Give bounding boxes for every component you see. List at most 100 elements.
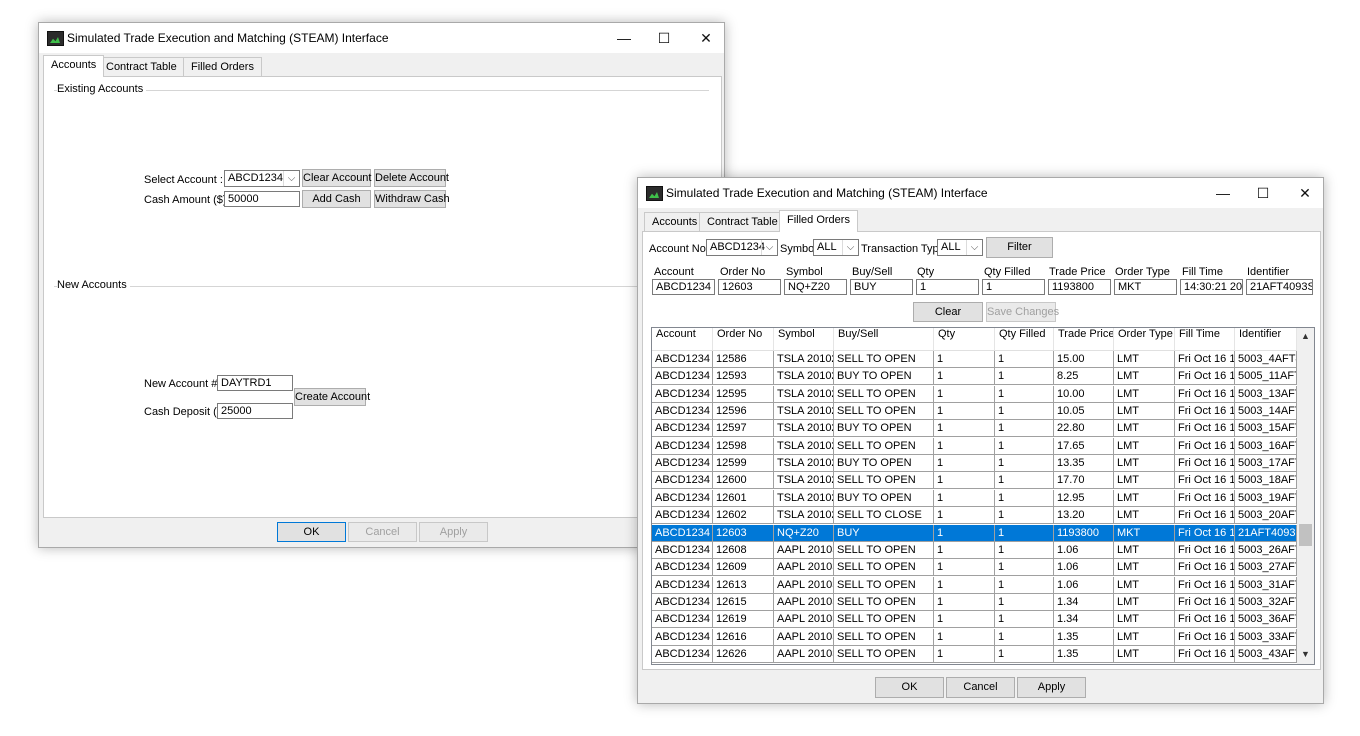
filled-orders-grid[interactable]: Account Order No Symbol Buy/Sell Qty Qty…	[651, 327, 1315, 665]
delete-account-button[interactable]: Delete Account	[374, 169, 449, 187]
cell-trade-price[interactable]: 15.00	[1054, 351, 1114, 367]
table-row[interactable]: ABCD123412608AAPL 201030SELL TO OPEN111.…	[652, 541, 1297, 559]
cell-qty[interactable]: 1	[934, 385, 995, 402]
cell-order-no[interactable]: 12601	[713, 489, 774, 506]
close-icon[interactable]: ✕	[1283, 180, 1327, 206]
transaction-type-dropdown[interactable]: ALL ⌵	[937, 239, 983, 256]
cell-symbol[interactable]: AAPL 201030	[774, 628, 834, 645]
cell-qty-filled[interactable]: 1	[995, 559, 1054, 576]
table-row[interactable]: ABCD123412619AAPL 201030SELL TO OPEN111.…	[652, 611, 1297, 629]
detail-order-type-input[interactable]: MKT	[1114, 279, 1177, 295]
cell-fill-time[interactable]: Fri Oct 16 13:	[1175, 489, 1235, 506]
cell-account[interactable]: ABCD1234	[652, 524, 713, 541]
cell-order-no[interactable]: 12600	[713, 472, 774, 489]
table-row[interactable]: ABCD123412615AAPL 201030SELL TO OPEN111.…	[652, 593, 1297, 611]
table-row[interactable]: ABCD1234 12603 NQ+Z20 BUY 1 1 1193800 MKT Fri Oc…	[652, 524, 1297, 542]
cell-account[interactable]: ABCD1234	[652, 645, 713, 662]
cell-trade-price[interactable]: 1.06	[1054, 559, 1114, 576]
cell-order-type[interactable]: LMT	[1114, 472, 1175, 489]
cell-buy-sell[interactable]: SELL TO OPEN	[834, 645, 934, 662]
cell-identifier[interactable]: 5003_16AFT0	[1235, 437, 1297, 454]
detail-qty-filled-input[interactable]: 1	[982, 279, 1045, 295]
create-account-button[interactable]: Create Account	[294, 388, 370, 406]
cell-order-no[interactable]: 12619	[713, 611, 774, 628]
cell-order-type[interactable]: LMT	[1114, 351, 1175, 367]
close-icon[interactable]: ✕	[684, 25, 728, 51]
cell-qty[interactable]: 1	[934, 628, 995, 645]
cell-fill-time[interactable]: Fri Oct 16 15:	[1175, 611, 1235, 628]
cell-qty[interactable]: 1	[934, 541, 995, 558]
cell-symbol[interactable]: AAPL 201030	[774, 541, 834, 558]
title-bar[interactable]: Simulated Trade Execution and Matching (…	[638, 178, 1323, 208]
title-bar[interactable]: Simulated Trade Execution and Matching (…	[39, 23, 724, 53]
symbol-dropdown[interactable]: ALL ⌵	[813, 239, 859, 256]
cell-order-type[interactable]: LMT	[1114, 576, 1175, 593]
cell-symbol[interactable]: TSLA 201023	[774, 455, 834, 472]
cell-buy-sell[interactable]: SELL TO OPEN	[834, 541, 934, 558]
cell-symbol[interactable]: AAPL 201030	[774, 593, 834, 610]
cell-account[interactable]: ABCD1234	[652, 559, 713, 576]
detail-account-input[interactable]: ABCD1234	[652, 279, 715, 295]
cell-qty[interactable]: 1	[934, 593, 995, 610]
cell-fill-time[interactable]: Fri Oct 16 13:	[1175, 455, 1235, 472]
cell-order-no[interactable]: 12603	[713, 524, 774, 541]
cell-order-type[interactable]: LMT	[1114, 541, 1175, 558]
cell-trade-price[interactable]: 1193800	[1054, 524, 1114, 541]
cell-qty-filled[interactable]: 1	[995, 541, 1054, 558]
cell-buy-sell[interactable]: SELL TO OPEN	[834, 437, 934, 454]
cell-order-type[interactable]: LMT	[1114, 628, 1175, 645]
cell-buy-sell[interactable]: SELL TO OPEN	[834, 576, 934, 593]
cash-amount-input[interactable]: 50000	[224, 191, 300, 207]
cell-fill-time[interactable]: Fri Oct 16 12:	[1175, 385, 1235, 402]
cell-identifier[interactable]: 5005_11AFT5	[1235, 368, 1297, 385]
tab-accounts[interactable]: Accounts	[644, 212, 706, 231]
table-row[interactable]: ABCD123412626AAPL 201030SELL TO OPEN111.…	[652, 645, 1297, 663]
cell-identifier[interactable]: 5003_31AFT4	[1235, 576, 1297, 593]
cell-order-type[interactable]: LMT	[1114, 593, 1175, 610]
cell-qty[interactable]: 1	[934, 472, 995, 489]
cell-identifier[interactable]: 5003_13AFT5	[1235, 385, 1297, 402]
grid-header-symbol[interactable]: Symbol	[774, 328, 834, 350]
cell-identifier[interactable]: 5003_19AFT1	[1235, 489, 1297, 506]
cell-order-no[interactable]: 12593	[713, 368, 774, 385]
clear-account-button[interactable]: Clear Account	[302, 169, 371, 187]
table-row[interactable]: ABCD123412596TSLA 201023SELL TO OPEN1110…	[652, 403, 1297, 421]
cell-account[interactable]: ABCD1234	[652, 368, 713, 385]
chevron-down-icon[interactable]: ⌵	[283, 171, 299, 186]
cell-identifier[interactable]: 5003_26AFT4	[1235, 541, 1297, 558]
cell-symbol[interactable]: AAPL 201030	[774, 645, 834, 662]
cell-symbol[interactable]: AAPL 201030	[774, 559, 834, 576]
cell-qty-filled[interactable]: 1	[995, 507, 1054, 524]
cell-qty-filled[interactable]: 1	[995, 576, 1054, 593]
cell-order-no[interactable]: 12597	[713, 420, 774, 437]
tab-contract-table[interactable]: Contract Table	[98, 57, 185, 76]
cell-fill-time[interactable]: Fri Oct 16 15:	[1175, 576, 1235, 593]
cell-order-no[interactable]: 12595	[713, 385, 774, 402]
table-row[interactable]: ABCD123412613AAPL 201030SELL TO OPEN111.…	[652, 576, 1297, 594]
table-row[interactable]: ABCD123412595TSLA 201023SELL TO OPEN1110…	[652, 385, 1297, 403]
grid-header-buy-sell[interactable]: Buy/Sell	[834, 328, 934, 350]
cell-qty-filled[interactable]: 1	[995, 645, 1054, 662]
table-row[interactable]: ABCD123412609AAPL 201030SELL TO OPEN111.…	[652, 559, 1297, 577]
table-row[interactable]: ABCD123412597TSLA 201023BUY TO OPEN1122.…	[652, 420, 1297, 438]
cell-buy-sell[interactable]: BUY	[834, 524, 934, 541]
cell-identifier[interactable]: 5003_18AFT0	[1235, 472, 1297, 489]
cell-account[interactable]: ABCD1234	[652, 351, 713, 367]
cell-order-type[interactable]: LMT	[1114, 455, 1175, 472]
cell-order-type[interactable]: LMT	[1114, 368, 1175, 385]
cell-qty-filled[interactable]: 1	[995, 472, 1054, 489]
cell-qty[interactable]: 1	[934, 489, 995, 506]
grid-header-fill-time[interactable]: Fill Time	[1175, 328, 1235, 350]
cell-buy-sell[interactable]: SELL TO OPEN	[834, 611, 934, 628]
chevron-down-icon[interactable]: ⌵	[842, 240, 858, 255]
table-row[interactable]: ABCD123412616AAPL 201030SELL TO OPEN111.…	[652, 628, 1297, 646]
cell-qty[interactable]: 1	[934, 455, 995, 472]
cell-qty-filled[interactable]: 1	[995, 403, 1054, 420]
cell-qty-filled[interactable]: 1	[995, 628, 1054, 645]
cell-fill-time[interactable]: Fri Oct 16 13:	[1175, 420, 1235, 437]
detail-buy-sell-input[interactable]: BUY	[850, 279, 913, 295]
cell-qty[interactable]: 1	[934, 403, 995, 420]
cell-fill-time[interactable]: Fri Oct 16 14:	[1175, 524, 1235, 541]
cell-trade-price[interactable]: 1.34	[1054, 611, 1114, 628]
cell-qty[interactable]: 1	[934, 559, 995, 576]
